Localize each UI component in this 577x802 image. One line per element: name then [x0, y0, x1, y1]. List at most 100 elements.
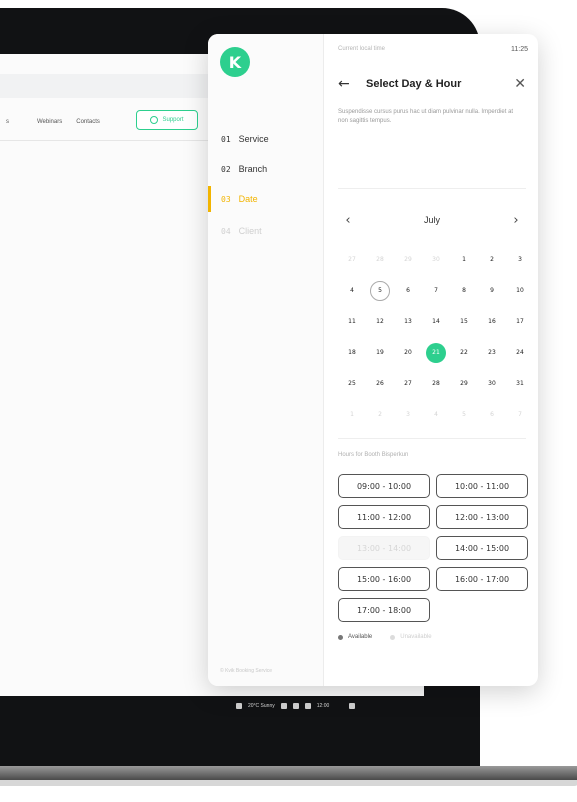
calendar-day-number: 7: [434, 287, 438, 294]
calendar-day-selected[interactable]: 21: [422, 341, 450, 365]
calendar-day: 29: [394, 248, 422, 272]
calendar-day[interactable]: 29: [450, 372, 478, 396]
website-nav-item[interactable]: s: [6, 119, 9, 125]
website-divider: [0, 140, 210, 141]
legend: Available Unavailable: [338, 634, 432, 640]
calendar-day-number: 10: [516, 287, 524, 294]
calendar-day[interactable]: 27: [394, 372, 422, 396]
time-slot-button[interactable]: 15:00 - 16:00: [338, 567, 430, 591]
time-slot-button[interactable]: 14:00 - 15:00: [436, 536, 528, 560]
calendar-day[interactable]: 30: [478, 372, 506, 396]
prev-month-icon[interactable]: ‹: [338, 213, 358, 228]
calendar-day-number: 15: [460, 318, 468, 325]
calendar-day-number: 11: [348, 318, 356, 325]
calendar-day[interactable]: 14: [422, 310, 450, 334]
close-icon[interactable]: ✕: [514, 76, 526, 92]
status-bar: Current local time 11:25: [338, 46, 528, 53]
calendar-day-number: 27: [404, 380, 412, 387]
speaker-icon[interactable]: [280, 703, 287, 709]
weather-icon: [236, 703, 242, 709]
calendar-day-number: 23: [488, 349, 496, 356]
calendar-day[interactable]: 2: [478, 248, 506, 272]
calendar-day[interactable]: 10: [506, 279, 534, 303]
calendar-day: 1: [338, 403, 366, 427]
calendar-day[interactable]: 1: [450, 248, 478, 272]
step-date[interactable]: 03 Date: [208, 186, 324, 212]
calendar-day[interactable]: 6: [394, 279, 422, 303]
description: Suspendisse cursus purus hac ut diam pul…: [338, 109, 514, 124]
step-service[interactable]: 01 Service: [208, 126, 324, 152]
month-navigation: ‹ July ›: [338, 208, 526, 232]
volume-icon[interactable]: [304, 703, 311, 709]
time-slot-button[interactable]: 11:00 - 12:00: [338, 505, 430, 529]
calendar-day[interactable]: 7: [422, 279, 450, 303]
next-month-icon[interactable]: ›: [506, 213, 526, 228]
date-hour-content: Current local time 11:25 ← Select Day & …: [324, 34, 538, 686]
time-slot-button[interactable]: 10:00 - 11:00: [436, 474, 528, 498]
calendar-day-number: 9: [490, 287, 494, 294]
calendar-day[interactable]: 24: [506, 341, 534, 365]
calendar-day[interactable]: 12: [366, 310, 394, 334]
step-label: Date: [238, 194, 258, 204]
calendar-day[interactable]: 13: [394, 310, 422, 334]
time-slot-unavailable: 13:00 - 14:00: [338, 536, 430, 560]
calendar-day-number: 20: [404, 349, 412, 356]
wifi-icon[interactable]: [292, 703, 299, 709]
time-slot-button[interactable]: 09:00 - 10:00: [338, 474, 430, 498]
calendar-day-number: 16: [488, 318, 496, 325]
calendar-day[interactable]: 4: [338, 279, 366, 303]
calendar-day: 5: [450, 403, 478, 427]
calendar-day[interactable]: 22: [450, 341, 478, 365]
panel-header: ← Select Day & Hour ✕: [338, 74, 526, 94]
calendar-day[interactable]: 3: [506, 248, 534, 272]
month-label: July: [423, 215, 440, 225]
calendar-day[interactable]: 28: [422, 372, 450, 396]
calendar-day[interactable]: 20: [394, 341, 422, 365]
calendar-day[interactable]: 19: [366, 341, 394, 365]
legend-available-label: Available: [348, 634, 373, 640]
step-label: Service: [238, 134, 269, 144]
back-arrow-icon[interactable]: ←: [338, 76, 360, 92]
website-nav-contacts[interactable]: Contacts: [76, 119, 100, 125]
calendar-grid: 27 28 29 30 1 2 3 4 5 6 7 8 9 10 11 12 13 14 15 16 17 18 19 20 2…: [338, 244, 534, 430]
calendar-day-number: 2: [378, 411, 382, 418]
time-slot-button[interactable]: 16:00 - 17:00: [436, 567, 528, 591]
calendar-day: 6: [478, 403, 506, 427]
time-slot-button[interactable]: 12:00 - 13:00: [436, 505, 528, 529]
calendar-day[interactable]: 17: [506, 310, 534, 334]
calendar-day[interactable]: 26: [366, 372, 394, 396]
support-button[interactable]: Support: [136, 110, 198, 130]
calendar-day-number: 31: [516, 380, 524, 387]
legend-unavailable-label: Unavailable: [400, 634, 432, 640]
calendar-day[interactable]: 23: [478, 341, 506, 365]
calendar-day-number: 2: [490, 256, 494, 263]
calendar-week: 4 5 6 7 8 9 10: [338, 275, 534, 306]
calendar-day[interactable]: 18: [338, 341, 366, 365]
calendar-day[interactable]: 16: [478, 310, 506, 334]
calendar-day[interactable]: 31: [506, 372, 534, 396]
calendar-day[interactable]: 15: [450, 310, 478, 334]
calendar-day-number: 19: [376, 349, 384, 356]
calendar-day[interactable]: 11: [338, 310, 366, 334]
calendar-day[interactable]: 8: [450, 279, 478, 303]
calendar-day: 3: [394, 403, 422, 427]
calendar-day: 4: [422, 403, 450, 427]
notification-icon[interactable]: [349, 703, 356, 709]
available-dot-icon: [338, 634, 343, 640]
status-time: 11:25: [511, 46, 528, 53]
calendar-day-number: 4: [350, 287, 354, 294]
website-nav-webinars[interactable]: Webinars: [37, 119, 62, 125]
calendar-day-number: 17: [516, 318, 524, 325]
calendar-day-number: 8: [462, 287, 466, 294]
time-slot-button[interactable]: 17:00 - 18:00: [338, 598, 430, 622]
calendar-day-number: 22: [460, 349, 468, 356]
calendar-day-number: 25: [348, 380, 356, 387]
calendar-day-today[interactable]: 5: [366, 279, 394, 303]
unavailable-dot-icon: [390, 634, 396, 640]
calendar-day-number: 29: [460, 380, 468, 387]
calendar-day[interactable]: 9: [478, 279, 506, 303]
calendar-day[interactable]: 25: [338, 372, 366, 396]
calendar-day-number: 3: [518, 256, 522, 263]
calendar-day-number: 12: [376, 318, 384, 325]
step-branch[interactable]: 02 Branch: [208, 156, 324, 182]
